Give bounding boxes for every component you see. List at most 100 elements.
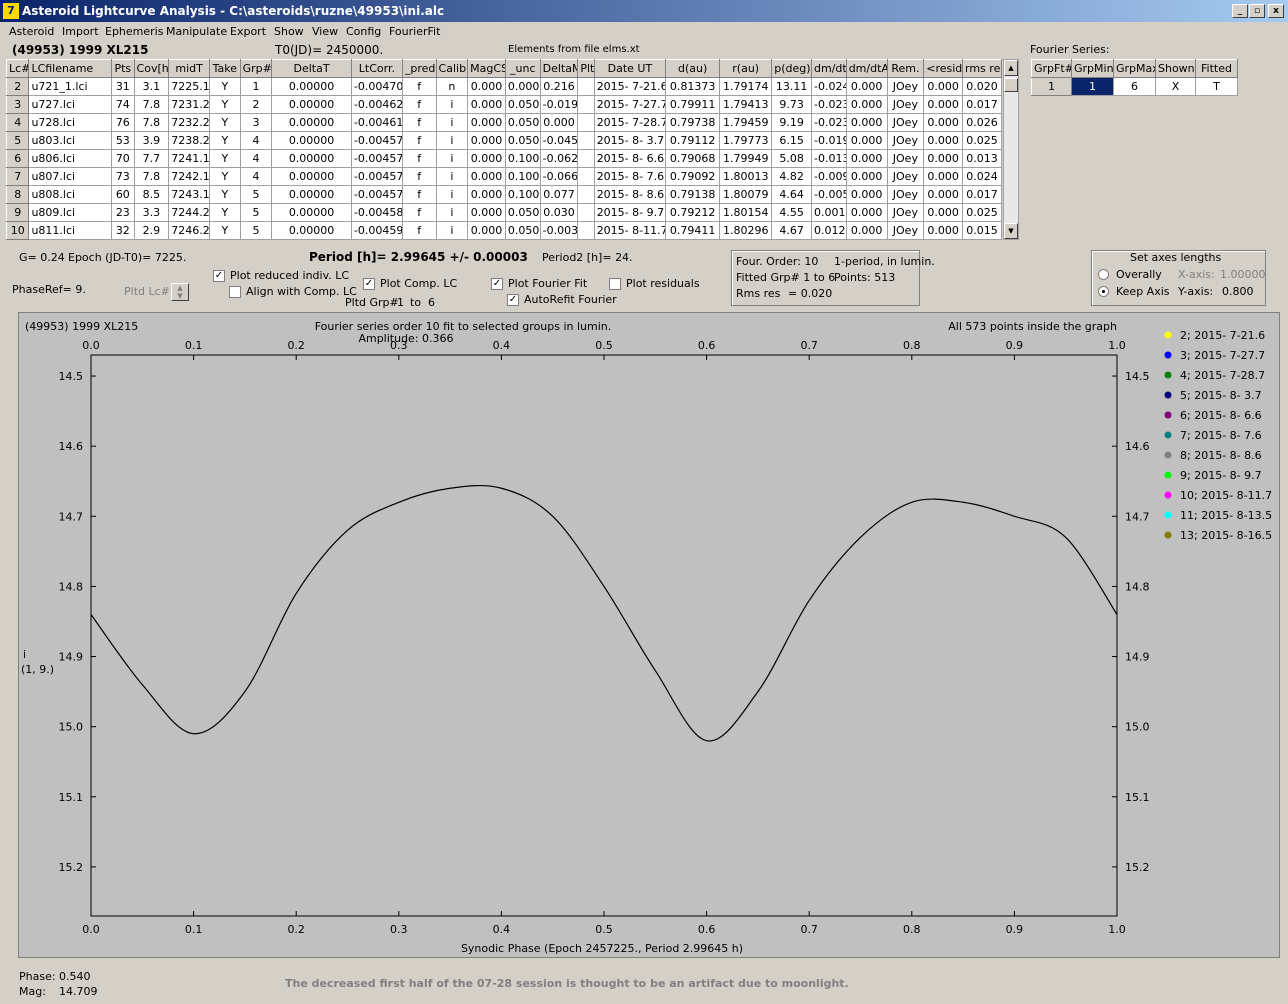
xaxis-value[interactable]: 1.00000 xyxy=(1220,268,1266,281)
table-cell[interactable]: 7242.1 xyxy=(168,167,211,186)
table-row[interactable]: 7 u807.lci 73 7.8 7242.1 Y 4 0.00000 -0.00457 f i 0… xyxy=(5,167,1002,186)
table-cell[interactable]: 2015- 7-21.6 xyxy=(593,77,667,96)
plot-comp-checkbox[interactable]: ✓ xyxy=(363,278,375,290)
table-cell[interactable]: 0.79911 xyxy=(665,95,721,114)
table-cell[interactable]: 2015- 8-11.7 xyxy=(593,221,667,240)
table-cell[interactable]: 53 xyxy=(111,131,135,150)
table-cell[interactable]: -0.005 xyxy=(811,185,847,204)
column-header[interactable]: midT xyxy=(168,59,211,78)
table-cell[interactable]: -0.013 xyxy=(811,149,847,168)
column-header[interactable]: rms res xyxy=(962,59,1002,78)
menu-show[interactable]: Show xyxy=(274,25,304,38)
table-cell[interactable]: 0.000 xyxy=(845,131,888,150)
plot-residuals-checkbox[interactable] xyxy=(609,278,621,290)
table-cell[interactable]: u721_1.lci xyxy=(28,77,113,96)
table-cell[interactable]: 7.8 xyxy=(133,113,170,132)
table-cell[interactable]: -0.023 xyxy=(811,113,847,132)
maximize-button[interactable]: ▫ xyxy=(1249,4,1265,18)
table-cell[interactable]: 76 xyxy=(111,113,135,132)
table-cell[interactable]: 0.100 xyxy=(504,167,541,186)
table-cell[interactable]: 0.000 xyxy=(504,77,541,96)
column-header[interactable]: MagCS xyxy=(467,59,506,78)
table-cell[interactable]: 1.80013 xyxy=(719,167,773,186)
lightcurve-plot[interactable]: (49953) 1999 XL215 Fourier series order … xyxy=(19,313,1281,959)
table-cell[interactable]: 6.15 xyxy=(771,131,813,150)
table-cell[interactable]: 0.017 xyxy=(962,95,1002,114)
table-cell[interactable]: 10 xyxy=(5,221,30,240)
fourier-cell-shown[interactable]: X xyxy=(1155,77,1196,96)
table-cell[interactable]: 0.020 xyxy=(962,77,1002,96)
table-row[interactable]: 2 u721_1.lci 31 3.1 7225.1 Y 1 0.00000 -0.00470 f… xyxy=(5,77,1002,96)
table-cell[interactable]: 8.5 xyxy=(133,185,170,204)
table-cell[interactable]: 0.050 xyxy=(504,113,541,132)
table-cell[interactable]: -0.009 xyxy=(811,167,847,186)
table-cell[interactable]: 0.000 xyxy=(845,95,888,114)
table-cell[interactable]: -0.045 xyxy=(539,131,579,150)
table-cell[interactable]: 0.000 xyxy=(923,113,964,132)
column-header[interactable]: Lc# xyxy=(5,59,30,78)
table-cell[interactable]: 2 xyxy=(5,77,30,96)
table-cell[interactable]: 73 xyxy=(111,167,135,186)
scroll-down-button[interactable]: ▼ xyxy=(1004,223,1018,239)
table-cell[interactable]: 0.000 xyxy=(923,167,964,186)
table-cell[interactable]: Y xyxy=(209,221,241,240)
table-cell[interactable]: 0.79738 xyxy=(665,113,721,132)
column-header[interactable]: d(au) xyxy=(665,59,721,78)
table-cell[interactable]: 0.000 xyxy=(467,185,506,204)
table-cell[interactable]: 60 xyxy=(111,185,135,204)
table-cell[interactable]: JOey xyxy=(886,167,925,186)
table-cell[interactable]: JOey xyxy=(886,113,925,132)
table-cell[interactable]: u811.lci xyxy=(28,221,113,240)
table-cell[interactable]: 70 xyxy=(111,149,135,168)
table-cell[interactable] xyxy=(577,113,595,132)
table-cell[interactable]: Y xyxy=(209,131,241,150)
table-cell[interactable]: 1.79459 xyxy=(719,113,773,132)
table-cell[interactable]: i xyxy=(435,221,469,240)
column-header[interactable]: _unc xyxy=(504,59,541,78)
table-cell[interactable]: JOey xyxy=(886,131,925,150)
plot-fourier-checkbox[interactable]: ✓ xyxy=(491,278,503,290)
table-cell[interactable]: 2015- 8- 3.7 xyxy=(593,131,667,150)
table-cell[interactable]: 2015- 8- 7.6 xyxy=(593,167,667,186)
menu-config[interactable]: Config xyxy=(346,25,381,38)
table-cell[interactable]: 0.00000 xyxy=(271,131,352,150)
table-cell[interactable]: 0.79411 xyxy=(665,221,721,240)
table-cell[interactable]: 7238.2 xyxy=(168,131,211,150)
table-cell[interactable]: -0.062 xyxy=(539,149,579,168)
table-cell[interactable]: 0.000 xyxy=(845,185,888,204)
fourier-cell-grpmin[interactable]: 1 xyxy=(1071,77,1114,96)
table-cell[interactable]: 0.216 xyxy=(539,77,579,96)
table-cell[interactable]: 3 xyxy=(239,113,273,132)
table-cell[interactable]: Y xyxy=(209,185,241,204)
table-cell[interactable]: 4 xyxy=(239,131,273,150)
menu-import[interactable]: Import xyxy=(62,25,99,38)
table-cell[interactable]: -0.066 xyxy=(539,167,579,186)
table-cell[interactable]: 3.3 xyxy=(133,203,170,222)
menu-view[interactable]: View xyxy=(312,25,338,38)
table-cell[interactable]: 0.00000 xyxy=(271,167,352,186)
scroll-thumb[interactable] xyxy=(1004,78,1018,92)
table-cell[interactable]: f xyxy=(401,131,437,150)
table-cell[interactable]: 9 xyxy=(5,203,30,222)
scroll-up-button[interactable]: ▲ xyxy=(1004,60,1018,76)
table-cell[interactable]: 1.79174 xyxy=(719,77,773,96)
table-cell[interactable]: 0.025 xyxy=(962,131,1002,150)
table-cell[interactable]: 0.00000 xyxy=(271,185,352,204)
table-cell[interactable]: 7.8 xyxy=(133,95,170,114)
table-cell[interactable]: 3.1 xyxy=(133,77,170,96)
table-cell[interactable]: 0.000 xyxy=(539,113,579,132)
menu-export[interactable]: Export xyxy=(230,25,266,38)
column-header[interactable]: Cov[h] xyxy=(133,59,170,78)
table-cell[interactable]: n xyxy=(435,77,469,96)
table-cell[interactable]: i xyxy=(435,149,469,168)
table-cell[interactable]: 0.000 xyxy=(467,203,506,222)
column-header[interactable]: LCfilename xyxy=(28,59,113,78)
table-cell[interactable]: i xyxy=(435,131,469,150)
table-cell[interactable]: -0.00462 xyxy=(350,95,403,114)
table-cell[interactable]: 0.017 xyxy=(962,185,1002,204)
column-header[interactable]: DeltaT xyxy=(271,59,352,78)
table-cell[interactable]: 7231.2 xyxy=(168,95,211,114)
table-cell[interactable]: 1.80296 xyxy=(719,221,773,240)
table-cell[interactable]: -0.003 xyxy=(539,221,579,240)
table-cell[interactable]: u728.lci xyxy=(28,113,113,132)
